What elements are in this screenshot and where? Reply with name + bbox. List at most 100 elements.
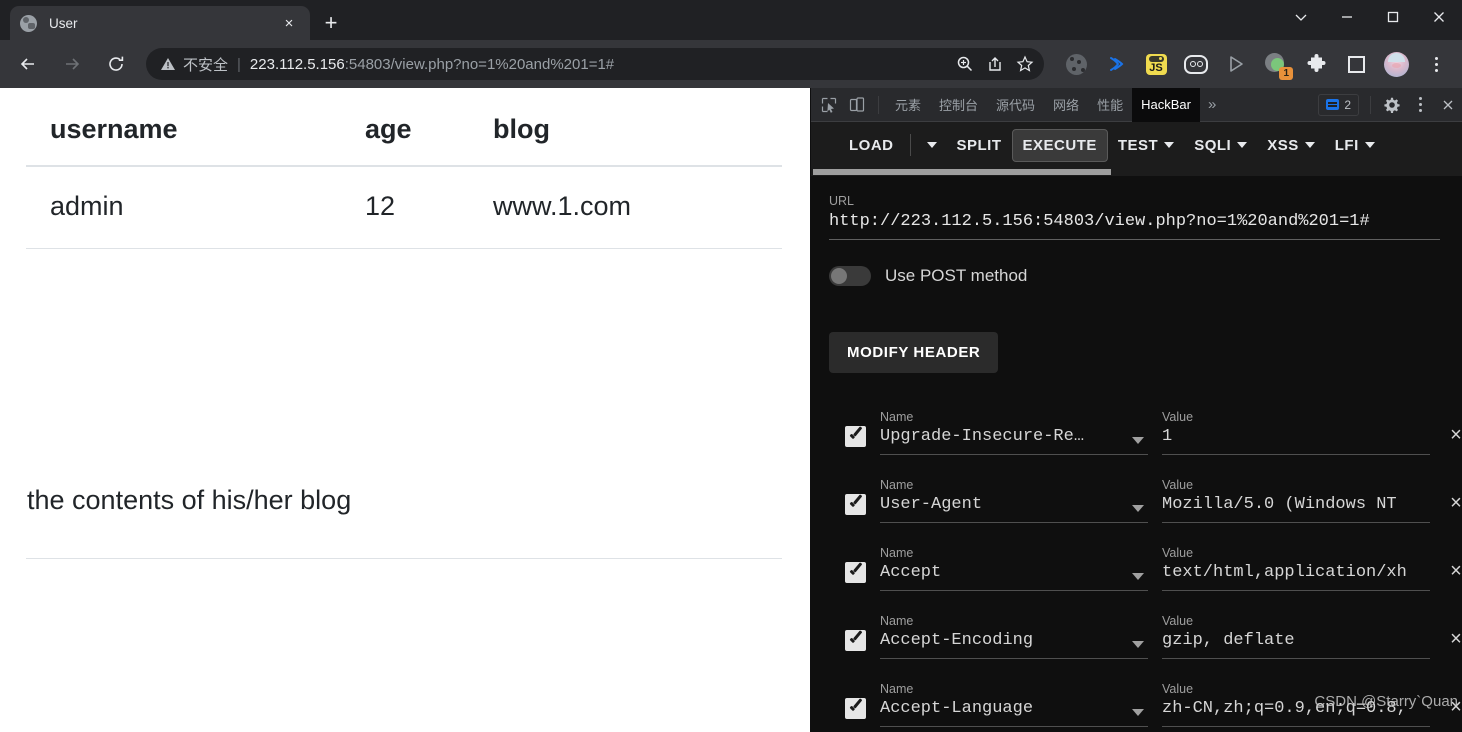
header-name-field[interactable]: Name Accept-Language (880, 682, 1148, 727)
chevron-down-icon[interactable] (1132, 437, 1144, 444)
header-name-field[interactable]: Name Accept-Encoding (880, 614, 1148, 659)
forward-icon[interactable] (55, 47, 89, 81)
chevron-down-icon[interactable] (1132, 505, 1144, 512)
header-value-label: Value (1162, 614, 1194, 628)
close-icon[interactable]: × (278, 12, 300, 34)
zoom-icon[interactable] (950, 49, 980, 79)
share-icon[interactable] (980, 49, 1010, 79)
header-enabled-checkbox[interactable] (845, 630, 866, 651)
tab-console[interactable]: 控制台 (930, 88, 987, 122)
header-enabled-checkbox[interactable] (845, 562, 866, 583)
use-post-method-row[interactable]: Use POST method (811, 240, 1462, 286)
header-enabled-checkbox[interactable] (845, 698, 866, 719)
new-tab-button[interactable]: + (316, 8, 346, 38)
remove-header-icon[interactable]: × (1446, 492, 1462, 515)
modify-header-button[interactable]: MODIFY HEADER (829, 332, 999, 373)
toolbar-separator-2 (1370, 95, 1371, 114)
header-name-field[interactable]: Name Accept (880, 546, 1148, 591)
header-name-input[interactable]: Accept-Encoding (880, 631, 1148, 659)
url-input[interactable]: http://223.112.5.156:54803/view.php?no=1… (829, 212, 1440, 240)
cell-blog: www.1.com (469, 166, 782, 249)
device-toolbar-icon[interactable] (843, 92, 871, 118)
header-value-field[interactable]: Value gzip, deflate (1162, 614, 1430, 659)
inspect-element-icon[interactable] (815, 92, 843, 118)
header-name-input[interactable]: User-Agent (880, 495, 1148, 523)
header-name-label: Name (880, 546, 914, 560)
header-value-field[interactable]: Value text/html,application/xh (1162, 546, 1430, 591)
chevron-down-icon[interactable] (1132, 641, 1144, 648)
header-value-field[interactable]: Value 1 (1162, 410, 1430, 455)
close-icon[interactable] (1416, 0, 1462, 34)
chrome-menu-kebab-icon[interactable] (1421, 49, 1451, 79)
hackbar-load-dropdown[interactable] (917, 135, 947, 155)
hackbar-xss-button[interactable]: XSS (1257, 130, 1325, 161)
tab-hackbar[interactable]: HackBar (1132, 88, 1200, 122)
remove-header-icon[interactable]: × (1446, 424, 1462, 447)
goggles-icon[interactable] (1181, 49, 1211, 79)
gear-icon[interactable] (1378, 92, 1406, 118)
header-name-field[interactable]: Name User-Agent (880, 478, 1148, 523)
maximize-icon[interactable] (1370, 0, 1416, 34)
devtools-message-count[interactable]: 2 (1318, 93, 1359, 116)
header-enabled-checkbox[interactable] (845, 426, 866, 447)
devtools-panel: 元素 控制台 源代码 网络 性能 HackBar » 2 LOAD SPLIT … (810, 88, 1462, 732)
wappalyzer-icon[interactable] (1101, 49, 1131, 79)
back-icon[interactable] (11, 47, 45, 81)
message-bubble-icon (1326, 99, 1340, 110)
chevron-down-icon[interactable] (1278, 0, 1324, 34)
header-value-input[interactable]: Mozilla/5.0 (Windows NT (1162, 495, 1430, 523)
not-secure-warning-icon[interactable] (160, 56, 176, 72)
browser-tab[interactable]: User × (10, 6, 310, 40)
kebab-menu-icon[interactable] (1406, 92, 1434, 118)
sidepanel-icon[interactable] (1341, 49, 1371, 79)
extensions-puzzle-icon[interactable] (1301, 49, 1331, 79)
more-tabs-icon[interactable]: » (1200, 96, 1224, 113)
hackbar-sqli-button[interactable]: SQLI (1184, 130, 1257, 161)
bookmark-star-icon[interactable] (1010, 49, 1040, 79)
page-content: username age blog admin 12 www.1.com the… (0, 102, 810, 559)
header-value-input[interactable]: gzip, deflate (1162, 631, 1430, 659)
play-icon[interactable] (1221, 49, 1251, 79)
header-value-input[interactable]: 1 (1162, 427, 1430, 455)
hackbar-load-button[interactable]: LOAD (839, 130, 904, 161)
chevron-down-icon[interactable] (1132, 573, 1144, 580)
hackbar-test-button[interactable]: TEST (1108, 130, 1184, 161)
cookie-editor-icon[interactable] (1061, 49, 1091, 79)
use-post-method-toggle[interactable] (829, 266, 871, 286)
tab-elements[interactable]: 元素 (886, 88, 930, 122)
header-name-label: Name (880, 682, 914, 696)
header-value-field[interactable]: Value Mozilla/5.0 (Windows NT (1162, 478, 1430, 523)
header-name-input[interactable]: Upgrade-Insecure-Re… (880, 427, 1148, 455)
hackbar-toolbar: LOAD SPLIT EXECUTE TEST SQLI XSS LFI (811, 122, 1462, 168)
remove-header-icon[interactable]: × (1446, 628, 1462, 651)
hackbar-xss-label: XSS (1267, 136, 1299, 154)
profile-avatar-icon[interactable] (1381, 49, 1411, 79)
remove-header-icon[interactable]: × (1446, 560, 1462, 583)
proxy-switchy-icon[interactable]: 1 (1261, 49, 1293, 80)
header-value-input[interactable]: text/html,application/xh (1162, 563, 1430, 591)
chevron-down-icon[interactable] (1132, 709, 1144, 716)
browser-toolbar: 不安全 | 223.112.5.156:54803/view.php?no=1%… (0, 40, 1462, 88)
header-value-input[interactable]: zh-CN,zh;q=0.9,en;q=0.8, (1162, 699, 1430, 727)
hackbar-lfi-button[interactable]: LFI (1325, 130, 1385, 161)
header-name-input[interactable]: Accept-Language (880, 699, 1148, 727)
address-bar[interactable]: 不安全 | 223.112.5.156:54803/view.php?no=1%… (146, 48, 1044, 80)
tab-performance[interactable]: 性能 (1088, 88, 1132, 122)
tab-sources[interactable]: 源代码 (987, 88, 1044, 122)
remove-header-icon[interactable]: × (1446, 696, 1462, 719)
hackbar-split-button[interactable]: SPLIT (947, 130, 1012, 161)
close-icon[interactable] (1434, 92, 1462, 118)
hackbar-toolbar-scrollbar[interactable] (811, 168, 1462, 176)
header-name-field[interactable]: Name Upgrade-Insecure-Re… (880, 410, 1148, 455)
header-name-label: Name (880, 478, 914, 492)
reload-icon[interactable] (99, 47, 133, 81)
header-name-input[interactable]: Accept (880, 563, 1148, 591)
tab-network[interactable]: 网络 (1044, 88, 1088, 122)
security-status-text: 不安全 (183, 56, 229, 74)
minimize-icon[interactable] (1324, 0, 1370, 34)
header-enabled-checkbox[interactable] (845, 494, 866, 515)
javascript-toggle-icon[interactable]: JS (1141, 49, 1171, 79)
hackbar-execute-button[interactable]: EXECUTE (1011, 128, 1108, 162)
header-value-field[interactable]: Value zh-CN,zh;q=0.9,en;q=0.8, (1162, 682, 1430, 727)
table-header-row: username age blog (26, 102, 782, 167)
